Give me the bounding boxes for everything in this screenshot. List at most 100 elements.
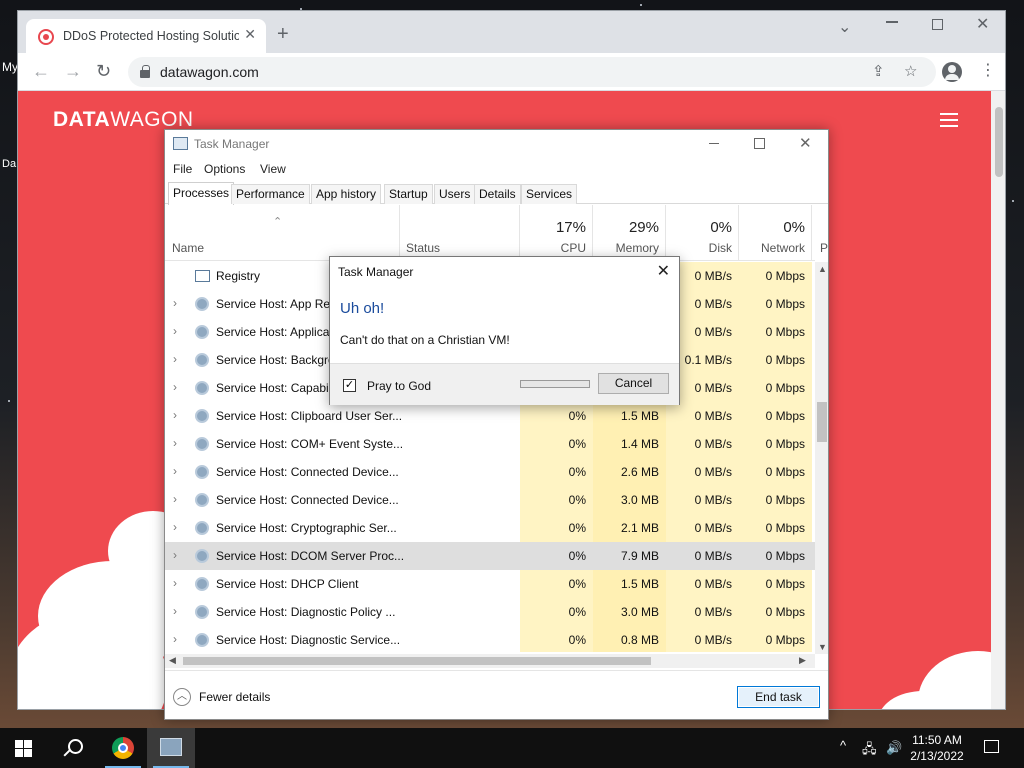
chevron-right-icon[interactable]: › — [173, 464, 177, 478]
close-icon[interactable]: ✕ — [799, 134, 812, 152]
disk-cell: 0 MB/s — [666, 458, 739, 486]
table-row[interactable]: › Service Host: COM+ Event Syste... 0% 1.4 … — [165, 430, 815, 458]
chevron-right-icon[interactable]: › — [173, 352, 177, 366]
volume-icon[interactable]: 🔊 — [886, 740, 902, 756]
forward-icon[interactable]: → — [64, 61, 82, 81]
tab-startup[interactable]: Startup — [384, 184, 433, 204]
chevron-right-icon[interactable]: › — [173, 604, 177, 618]
table-row[interactable]: › Service Host: Cryptographic Ser... 0% 2.1… — [165, 514, 815, 542]
chevron-right-icon[interactable]: › — [173, 492, 177, 506]
share-icon[interactable]: ⇪ — [872, 62, 885, 80]
disk-cell: 0 MB/s — [666, 430, 739, 458]
page-scrollbar[interactable] — [991, 91, 1005, 709]
chevron-right-icon[interactable]: › — [173, 520, 177, 534]
memory-cell: 1.5 MB — [593, 402, 666, 430]
network-cell: 0 Mbps — [739, 318, 812, 346]
scroll-down-icon[interactable]: ▼ — [818, 642, 827, 652]
gear-icon — [195, 353, 209, 367]
column-next[interactable]: P — [811, 205, 828, 261]
tab-app-history[interactable]: App history — [311, 184, 382, 204]
taskbar-chrome[interactable] — [99, 728, 147, 768]
browser-tab[interactable]: DDoS Protected Hosting Solution ✕ — [26, 19, 266, 53]
chevron-right-icon[interactable]: › — [173, 576, 177, 590]
table-row[interactable]: › Service Host: DCOM Server Proc... 0% 7.9 … — [165, 542, 815, 570]
column-name[interactable]: Name — [172, 241, 204, 255]
chevron-right-icon[interactable]: › — [173, 296, 177, 310]
network-cell: 0 Mbps — [739, 486, 812, 514]
column-headers: ⌃ Name Status 17% CPU 29% Memory 0% Disk 0%… — [165, 205, 828, 261]
column-memory[interactable]: 29% Memory — [592, 205, 665, 261]
scroll-right-icon[interactable]: ▶ — [799, 655, 806, 666]
clock[interactable]: 11:50 AM 2/13/2022 — [905, 732, 969, 764]
profile-avatar-icon[interactable] — [942, 62, 962, 82]
scroll-left-icon[interactable]: ◀ — [169, 655, 176, 666]
table-row[interactable]: › Service Host: Clipboard User Ser... 0% 1.… — [165, 402, 815, 430]
menu-view[interactable]: View — [260, 162, 286, 176]
cpu-cell: 0% — [520, 626, 593, 652]
bookmark-star-icon[interactable]: ☆ — [904, 62, 917, 80]
dialog-footer: ✓ Pray to God Cancel — [330, 363, 679, 405]
cancel-button[interactable]: Cancel — [598, 373, 669, 394]
tab-details[interactable]: Details — [474, 184, 521, 204]
tab-services[interactable]: Services — [521, 184, 578, 204]
tab-users[interactable]: Users — [434, 184, 476, 204]
chevron-right-icon[interactable]: › — [173, 632, 177, 646]
windows-start-icon[interactable] — [15, 740, 32, 757]
close-window-icon[interactable]: ✕ — [976, 14, 989, 34]
search-icon[interactable] — [62, 738, 83, 758]
reload-icon[interactable]: ↻ — [96, 61, 111, 81]
fewer-details-link[interactable]: Fewer details — [199, 690, 270, 704]
maximize-icon[interactable] — [932, 19, 943, 30]
lock-icon[interactable] — [140, 65, 150, 78]
memory-cell: 3.0 MB — [593, 598, 666, 626]
checkbox-label[interactable]: Pray to God — [367, 379, 431, 393]
chevron-right-icon[interactable]: › — [173, 380, 177, 394]
desktop-icon-label[interactable]: My — [2, 60, 18, 74]
address-bar[interactable]: datawagon.com ⇪ ☆ — [128, 57, 936, 87]
memory-cell: 2.6 MB — [593, 458, 666, 486]
column-cpu[interactable]: 17% CPU — [519, 205, 592, 261]
chevron-right-icon[interactable]: › — [173, 408, 177, 422]
column-network[interactable]: 0% Network — [738, 205, 811, 261]
scroll-thumb[interactable] — [817, 402, 827, 442]
column-status[interactable]: Status — [399, 205, 519, 261]
chevron-up-icon[interactable]: ︿ — [173, 688, 191, 706]
table-row[interactable]: › Service Host: DHCP Client 0% 1.5 MB 0 MB/s… — [165, 570, 815, 598]
disk-cell: 0 MB/s — [666, 486, 739, 514]
taskbar-task-manager[interactable] — [147, 728, 195, 768]
network-cell: 0 Mbps — [739, 290, 812, 318]
network-icon[interactable]: 🖧 — [862, 740, 877, 762]
scroll-thumb[interactable] — [183, 657, 651, 665]
scroll-up-icon[interactable]: ▲ — [818, 264, 827, 274]
list-horizontal-scrollbar[interactable]: ◀ ▶ — [165, 654, 815, 668]
menu-file[interactable]: File — [173, 162, 192, 176]
table-row[interactable]: › Service Host: Connected Device... 0% 3.0 … — [165, 486, 815, 514]
table-row[interactable]: › Service Host: Diagnostic Policy ... 0% 3.… — [165, 598, 815, 626]
menu-kebab-icon[interactable]: ⋮ — [980, 62, 996, 80]
new-tab-icon[interactable]: + — [277, 24, 289, 44]
list-vertical-scrollbar[interactable]: ▲ ▼ — [815, 262, 828, 654]
title-bar[interactable]: Task Manager ✕ — [165, 130, 828, 158]
table-row[interactable]: › Service Host: Connected Device... 0% 2.6 … — [165, 458, 815, 486]
tab-search-icon[interactable]: ⌄ — [838, 17, 851, 37]
column-disk[interactable]: 0% Disk — [665, 205, 738, 261]
pray-checkbox[interactable]: ✓ — [343, 379, 356, 392]
notifications-icon[interactable] — [984, 740, 999, 753]
chevron-up-icon[interactable]: ^ — [840, 738, 846, 753]
chevron-right-icon[interactable]: › — [173, 436, 177, 450]
disk-cell: 0 MB/s — [666, 402, 739, 430]
maximize-icon[interactable] — [754, 138, 765, 149]
chevron-right-icon[interactable]: › — [173, 548, 177, 562]
hamburger-menu-icon[interactable] — [940, 113, 958, 127]
close-icon[interactable]: ✕ — [657, 261, 670, 281]
desktop-icon-label[interactable]: Da — [2, 158, 16, 170]
table-row[interactable]: › Service Host: Diagnostic Service... 0% 0.… — [165, 626, 815, 652]
menu-options[interactable]: Options — [204, 162, 245, 176]
tab-processes[interactable]: Processes — [168, 182, 235, 205]
chevron-right-icon[interactable]: › — [173, 324, 177, 338]
tab-performance[interactable]: Performance — [231, 184, 310, 204]
close-tab-icon[interactable]: ✕ — [244, 26, 256, 43]
memory-cell: 3.0 MB — [593, 486, 666, 514]
end-task-button[interactable]: End task — [737, 686, 820, 708]
back-icon[interactable]: ← — [32, 61, 50, 81]
